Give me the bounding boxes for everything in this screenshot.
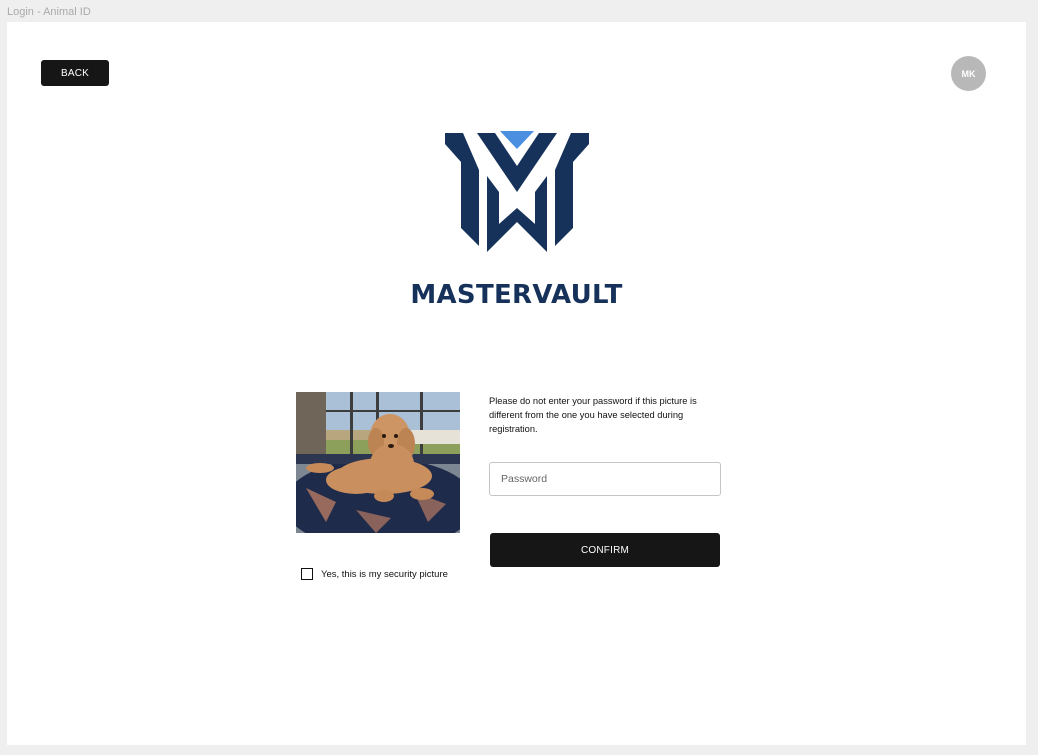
mastervault-m-logo-icon [445, 131, 589, 252]
user-avatar[interactable]: MK [951, 56, 986, 91]
password-input[interactable] [489, 462, 721, 496]
login-page: BACK MK MASTERVAULT Yes, this is my secu… [7, 22, 1026, 745]
checkbox-box[interactable] [301, 568, 313, 580]
confirm-button[interactable]: CONFIRM [490, 533, 720, 567]
frame-title: Login - Animal ID [7, 6, 91, 18]
back-button[interactable]: BACK [41, 60, 109, 86]
checkbox-label: Yes, this is my security picture [321, 568, 448, 580]
security-warning-text: Please do not enter your password if thi… [489, 396, 697, 434]
brand-name: MASTERVAULT [410, 280, 623, 310]
dog-photo [296, 392, 460, 533]
security-picture [296, 392, 460, 533]
logo-accent-triangle [500, 131, 534, 149]
security-picture-checkbox[interactable]: Yes, this is my security picture [301, 568, 448, 580]
